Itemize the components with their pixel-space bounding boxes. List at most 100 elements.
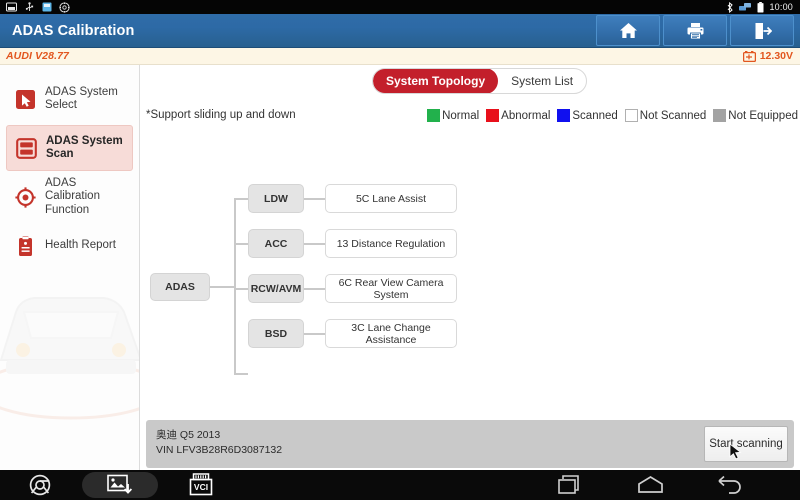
legend-swatch [427,109,441,122]
target-icon [14,186,36,208]
back-icon [718,475,741,494]
tree-wire [234,198,248,200]
topology-system-5c-lane-assist[interactable]: 5C Lane Assist [325,184,457,213]
tree-wire [304,243,325,245]
legend-item-scanned: Scanned [557,109,618,122]
network-icon [739,3,752,11]
view-tabs: System Topology System List [372,68,588,94]
home-icon [637,476,663,493]
tree-wire [304,288,325,290]
legend-label: Normal [442,109,480,122]
legend-swatch [713,109,727,122]
app-title-bar: ADAS Calibration [0,14,800,48]
vci-button[interactable]: VCI [175,470,227,500]
sd-card-icon [42,2,52,12]
home-icon [619,23,637,38]
software-version: AUDI V28.77 [6,50,69,62]
vehicle-name: 奥迪 Q5 2013 [156,429,221,441]
legend-swatch [624,109,638,122]
main-content: System Topology System List *Support sli… [140,65,800,470]
start-scanning-button[interactable]: Start scanning [704,426,788,462]
legend-swatch [557,109,571,122]
page-title: ADAS Calibration [12,22,135,39]
status-right-icons: 10:00 [726,1,800,13]
battery-icon [757,1,764,12]
sidebar-item-label: ADAS System Scan [46,134,123,161]
sidebar-items: ADAS System Select ADAS System Scan ADAS… [0,65,139,269]
status-legend: Normal Abnormal Scanned Not Scanned Not … [420,109,798,122]
bluetooth-icon [728,1,734,13]
tree-wire [304,198,325,200]
status-clock: 10:00 [769,2,793,12]
tree-wire [234,199,236,374]
sidebar-item-health-report[interactable]: Health Report [6,223,133,269]
legend-item-abnormal: Abnormal [486,109,550,122]
scan-list-icon [15,137,37,159]
legend-swatch [486,109,500,122]
topology-group-acc[interactable]: ACC [248,229,304,258]
sidebar-item-adas-calibration-function[interactable]: ADAS Calibration Function [6,174,133,220]
system-topology-diagram: ADAS LDW 5C Lane Assist ACC 13 Distance … [140,177,800,407]
tree-wire [234,288,248,290]
topology-system-6c-rear-view-camera-system[interactable]: 6C Rear View Camera System [325,274,457,303]
recents-icon [557,475,579,494]
tab-system-list[interactable]: System List [498,69,586,93]
clipboard-icon [14,235,36,257]
recents-button[interactable] [540,470,600,500]
back-button[interactable] [700,470,760,500]
tree-wire [304,333,325,335]
sidebar-item-label: ADAS Calibration Function [45,176,100,216]
browser-icon [29,474,51,496]
tab-system-topology[interactable]: System Topology [373,69,499,93]
sidebar: ADAS System Select ADAS System Scan ADAS… [0,65,140,470]
screenshot-icon [107,474,133,494]
vehicle-vin: VIN LFV3B28R6D3087132 [156,444,283,456]
battery-icon [742,50,756,62]
legend-item-not-equipped: Not Equipped [713,109,798,122]
home-button[interactable] [596,15,660,46]
sidebar-item-label: Health Report [45,239,116,252]
sidebar-item-adas-system-select[interactable]: ADAS System Select [6,76,133,122]
cursor-select-icon [14,88,36,110]
settings-icon [59,1,70,13]
browser-button[interactable] [10,470,70,500]
sidebar-item-adas-system-scan[interactable]: ADAS System Scan [6,125,133,171]
vehicle-info-text: 奥迪 Q5 2013 VIN LFV3B28R6D3087132 [156,428,282,458]
sliding-hint: *Support sliding up and down [146,109,296,121]
exit-icon [755,22,772,39]
status-left-icons [0,1,70,13]
usb-icon [25,2,34,11]
topology-group-ldw[interactable]: LDW [248,184,304,213]
screenshot-icon [6,2,17,12]
legend-label: Not Equipped [728,109,798,122]
topology-system-13-distance-regulation[interactable]: 13 Distance Regulation [325,229,457,258]
tablet-screen: 10:00 ADAS Calibration AUDI V28.77 12.30… [0,0,800,500]
voltage-indicator: 12.30V [742,50,800,62]
tree-wire [234,373,248,375]
sidebar-item-label: ADAS System Select [45,85,118,112]
voltage-value: 12.30V [759,50,793,62]
legend-label: Abnormal [501,109,551,122]
exit-button[interactable] [730,15,794,46]
legend-item-normal: Normal [427,109,479,122]
topology-system-3c-lane-change-assistance[interactable]: 3C Lane Change Assistance [325,319,457,348]
vci-icon: VCI [189,473,213,496]
version-voltage-bar: AUDI V28.77 12.30V [0,48,800,65]
home-button-nav[interactable] [620,470,680,500]
legend-label: Not Scanned [639,109,707,122]
tree-wire [210,286,234,288]
tree-wire [234,243,248,245]
android-nav-bar: VCI [0,470,800,500]
print-button[interactable] [663,15,727,46]
legend-item-not-scanned: Not Scanned [624,109,707,122]
vehicle-info-bar: 奥迪 Q5 2013 VIN LFV3B28R6D3087132 Start s… [146,420,794,468]
legend-label: Scanned [572,109,618,122]
printer-icon [687,22,703,39]
titlebar-buttons [596,14,800,47]
screenshot-button[interactable] [82,470,158,500]
topology-group-rcw-avm[interactable]: RCW/AVM [248,274,304,303]
topology-group-bsd[interactable]: BSD [248,319,304,348]
topology-root-node[interactable]: ADAS [150,273,210,301]
android-status-bar: 10:00 [0,0,800,14]
svg-text:VCI: VCI [194,482,208,492]
